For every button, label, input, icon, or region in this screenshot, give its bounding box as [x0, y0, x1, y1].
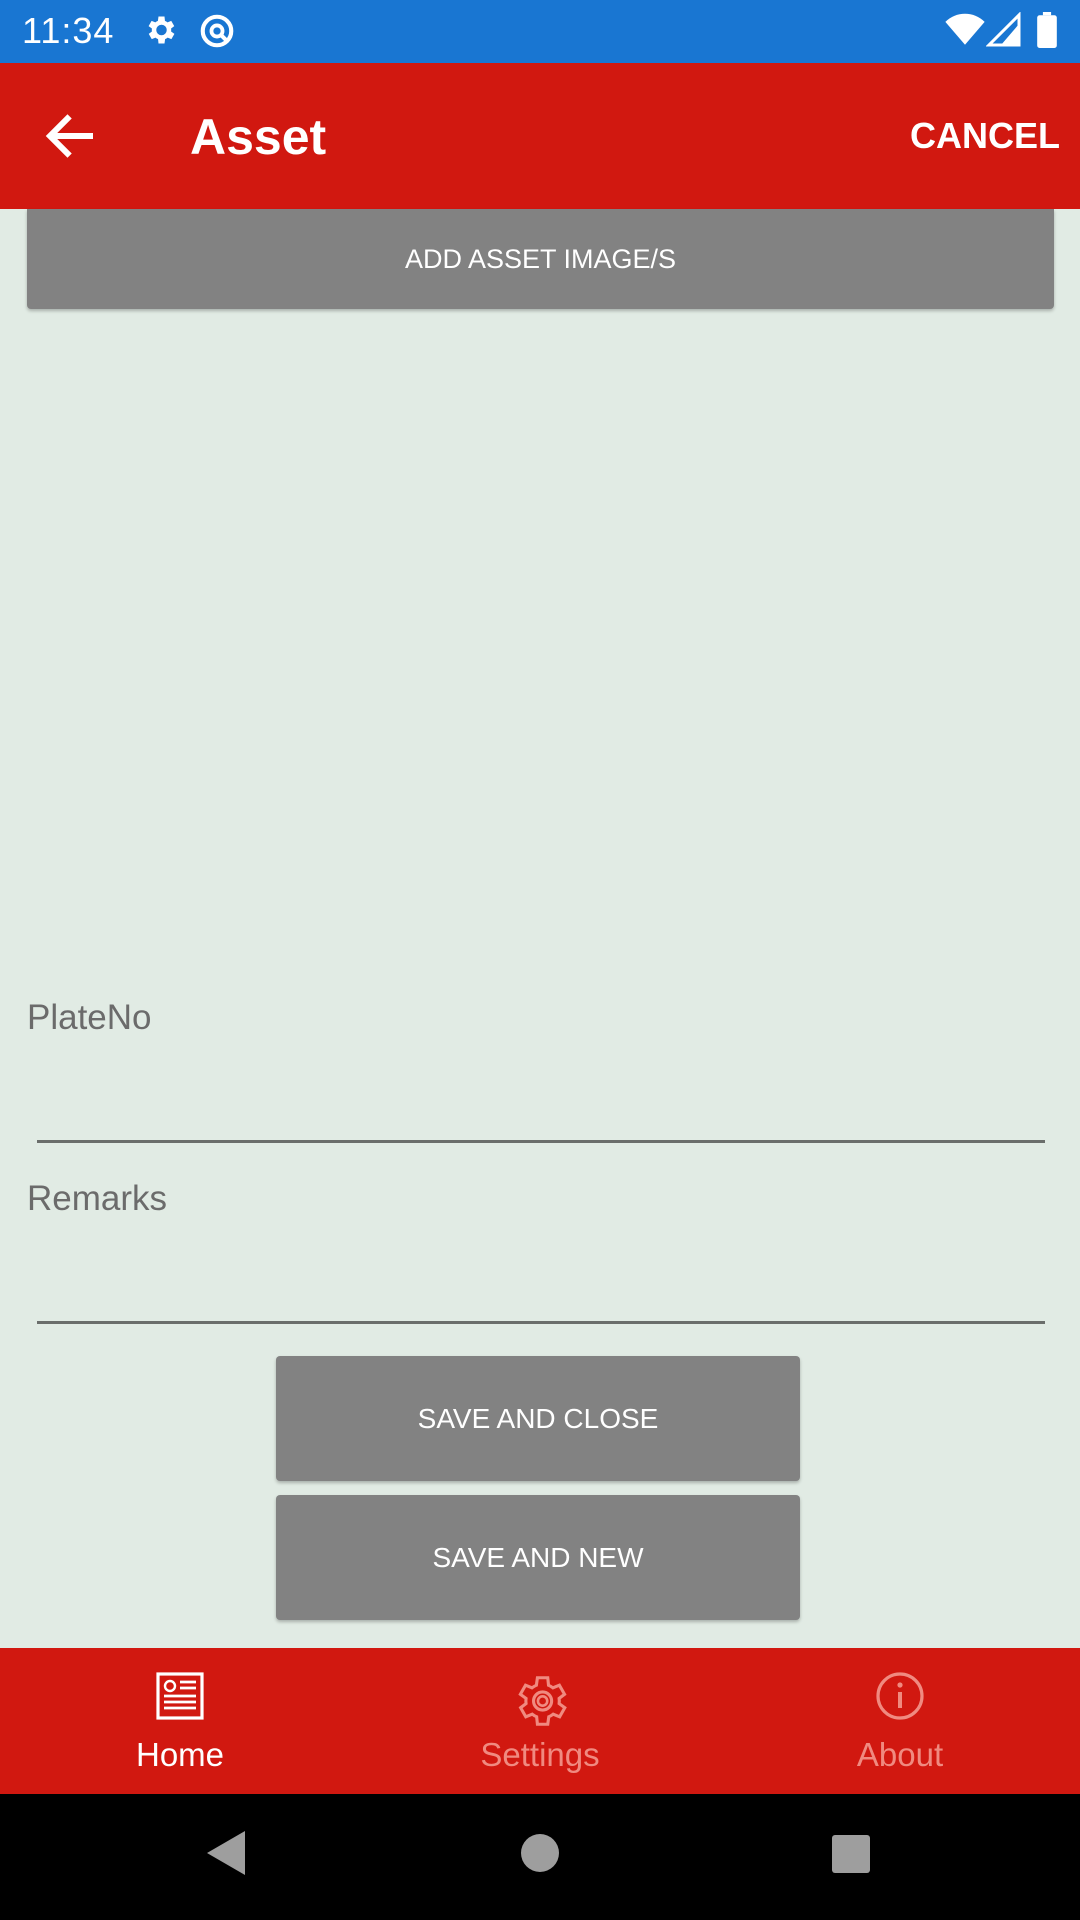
settings-gear-icon [142, 12, 178, 53]
sync-icon [198, 12, 236, 55]
nav-recents-button[interactable] [831, 1834, 871, 1879]
tab-settings[interactable]: Settings [360, 1648, 720, 1794]
news-icon [154, 1670, 206, 1727]
plate-no-label: PlateNo [27, 998, 152, 1037]
page-title: Asset [190, 109, 327, 165]
tab-about-label: About [856, 1736, 944, 1773]
nav-back-button[interactable] [205, 1829, 245, 1882]
status-time: 11:34 [22, 10, 115, 51]
arrow-left-icon [45, 114, 93, 158]
triangle-back-icon [207, 1831, 245, 1875]
remarks-input[interactable] [37, 1261, 1045, 1324]
save-and-new-button[interactable]: SAVE AND NEW [276, 1495, 800, 1620]
signal-icon [985, 11, 1022, 53]
bottom-tab-bar: Home Settings About [0, 1648, 1080, 1794]
tab-home[interactable]: Home [0, 1648, 360, 1794]
tab-home-label: Home [135, 1736, 225, 1773]
tab-settings-label: Settings [480, 1736, 600, 1773]
system-nav-bar [0, 1794, 1080, 1920]
asset-image-area [27, 320, 1054, 940]
app-bar: Asset CANCEL [0, 63, 1080, 209]
info-icon [874, 1670, 926, 1727]
plate-no-input[interactable] [37, 1080, 1045, 1143]
back-button[interactable] [40, 106, 100, 166]
wifi-icon [945, 12, 985, 53]
battery-icon [1036, 12, 1058, 53]
add-asset-image-button[interactable]: ADD ASSET IMAGE/S [27, 209, 1054, 309]
cancel-button[interactable]: CANCEL [910, 115, 1060, 157]
save-and-close-button[interactable]: SAVE AND CLOSE [276, 1356, 800, 1481]
gear-icon [509, 1670, 571, 1737]
status-bar: 11:34 [0, 0, 1080, 63]
tab-about[interactable]: About [720, 1648, 1080, 1794]
circle-home-icon [521, 1834, 559, 1872]
remarks-label: Remarks [27, 1179, 168, 1218]
nav-home-button[interactable] [520, 1833, 560, 1878]
square-recents-icon [832, 1835, 870, 1873]
